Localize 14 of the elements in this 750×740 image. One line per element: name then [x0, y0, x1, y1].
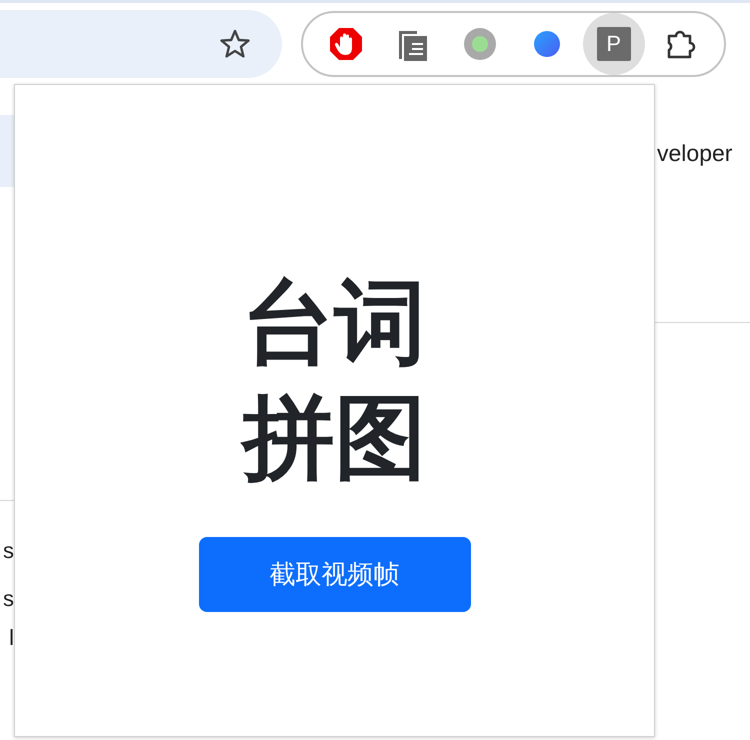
capture-frame-button[interactable]: 截取视频帧 — [198, 537, 470, 612]
sidebar-highlight — [0, 115, 14, 187]
page-text: veloper — [657, 140, 732, 167]
extension-button[interactable]: P — [582, 13, 645, 75]
star-icon[interactable] — [220, 29, 250, 59]
stop-hand-icon — [329, 27, 364, 61]
sphere-icon — [534, 31, 560, 57]
page-text: s — [3, 588, 14, 610]
circle-dot-icon — [464, 28, 496, 60]
popup-title: 台词 — [242, 268, 426, 378]
page-text: s — [3, 540, 14, 562]
page-text: l — [9, 627, 14, 649]
extension-letter-icon: P — [596, 27, 631, 61]
popup-title: 拼图 — [242, 380, 426, 495]
